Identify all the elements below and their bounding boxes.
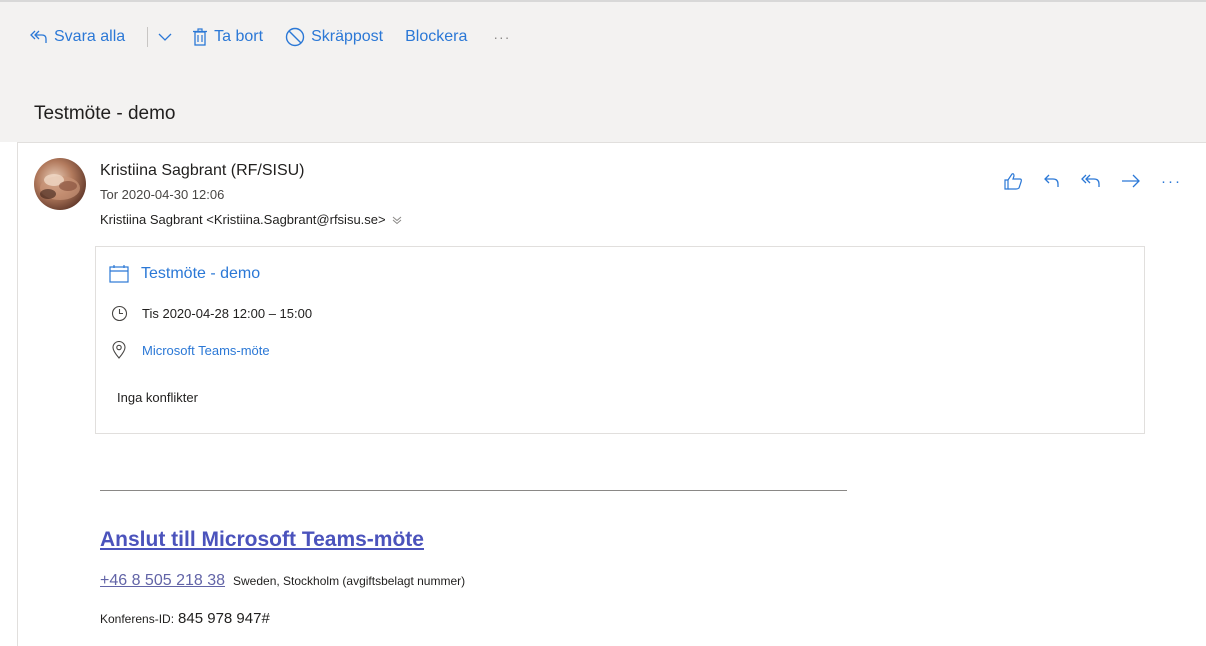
- block-button[interactable]: Blockera: [405, 28, 467, 46]
- sent-timestamp: Tor 2020-04-30 12:06: [100, 187, 225, 202]
- reply-all-icon: [30, 30, 47, 43]
- trash-icon: [193, 28, 208, 46]
- conference-id-line: Konferens-ID: 845 978 947#: [100, 610, 270, 627]
- dial-in-phone-link[interactable]: +46 8 505 218 38: [100, 572, 225, 590]
- reply-all-icon: [1081, 174, 1100, 187]
- delete-button[interactable]: Ta bort: [192, 28, 263, 46]
- message-card: Kristiina Sagbrant (RF/SISU) Tor 2020-04…: [17, 142, 1206, 646]
- join-teams-link[interactable]: Anslut till Microsoft Teams-möte: [100, 528, 424, 552]
- reply-options-dropdown[interactable]: [158, 32, 172, 42]
- block-circle-icon: [285, 27, 305, 47]
- conference-id-label: Konferens-ID:: [100, 612, 175, 626]
- reply-icon: [1044, 174, 1059, 187]
- delete-label: Ta bort: [214, 28, 264, 45]
- dial-in-description: Sweden, Stockholm (avgiftsbelagt nummer): [233, 574, 466, 588]
- avatar[interactable]: [34, 158, 86, 210]
- recipient-line: Kristiina Sagbrant <Kristiina.Sagbrant@r…: [100, 212, 402, 227]
- invite-location-link[interactable]: Microsoft Teams-möte: [142, 343, 270, 358]
- invite-title-link[interactable]: Testmöte - demo: [141, 265, 260, 283]
- sender-name[interactable]: Kristiina Sagbrant (RF/SISU): [100, 162, 305, 180]
- avatar-photo: [40, 174, 80, 200]
- conflict-status: Inga konflikter: [117, 390, 198, 405]
- reply-all-action-button[interactable]: [1081, 173, 1101, 189]
- email-subject: Testmöte - demo: [34, 103, 176, 124]
- reply-all-label: Svara alla: [54, 28, 126, 45]
- calendar-icon: [109, 265, 129, 283]
- conference-id-value: 845 978 947#: [178, 610, 270, 627]
- dial-in-line: +46 8 505 218 38 Sweden, Stockholm (avgi…: [100, 572, 465, 590]
- clock-icon: [111, 305, 128, 322]
- forward-button[interactable]: [1121, 173, 1141, 189]
- meeting-invite-card: Testmöte - demo Tis 2020-04-28 12:00 – 1…: [95, 246, 1145, 434]
- toolbar-separator: [147, 27, 149, 47]
- invite-location-row: Microsoft Teams-möte: [112, 341, 270, 359]
- expand-recipients-icon[interactable]: [392, 215, 402, 225]
- invite-title-row: Testmöte - demo: [109, 265, 260, 283]
- block-label: Blockera: [405, 28, 468, 45]
- invite-time: Tis 2020-04-28 12:00 – 15:00: [142, 306, 313, 321]
- forward-arrow-icon: [1122, 174, 1140, 188]
- more-actions-button[interactable]: ···: [493, 29, 510, 45]
- recipient-address: Kristiina Sagbrant <Kristiina.Sagbrant@r…: [100, 212, 386, 227]
- location-pin-icon: [112, 341, 126, 359]
- message-actions: ···: [983, 172, 1182, 190]
- junk-label: Skräppost: [311, 28, 384, 45]
- like-button[interactable]: [1003, 172, 1023, 190]
- thumbs-up-icon: [1004, 173, 1022, 190]
- command-toolbar: Svara alla Ta bort Skräppost Blockera ··…: [0, 2, 1206, 72]
- reply-button[interactable]: [1043, 173, 1061, 189]
- message-more-button[interactable]: ···: [1161, 173, 1182, 190]
- subject-header: Testmöte - demo: [0, 72, 1206, 142]
- body-divider: [100, 490, 847, 491]
- junk-button[interactable]: Skräppost: [285, 27, 383, 47]
- reply-all-button[interactable]: Svara alla: [30, 28, 125, 46]
- chevron-down-icon: [158, 33, 172, 41]
- invite-time-row: Tis 2020-04-28 12:00 – 15:00: [111, 305, 312, 322]
